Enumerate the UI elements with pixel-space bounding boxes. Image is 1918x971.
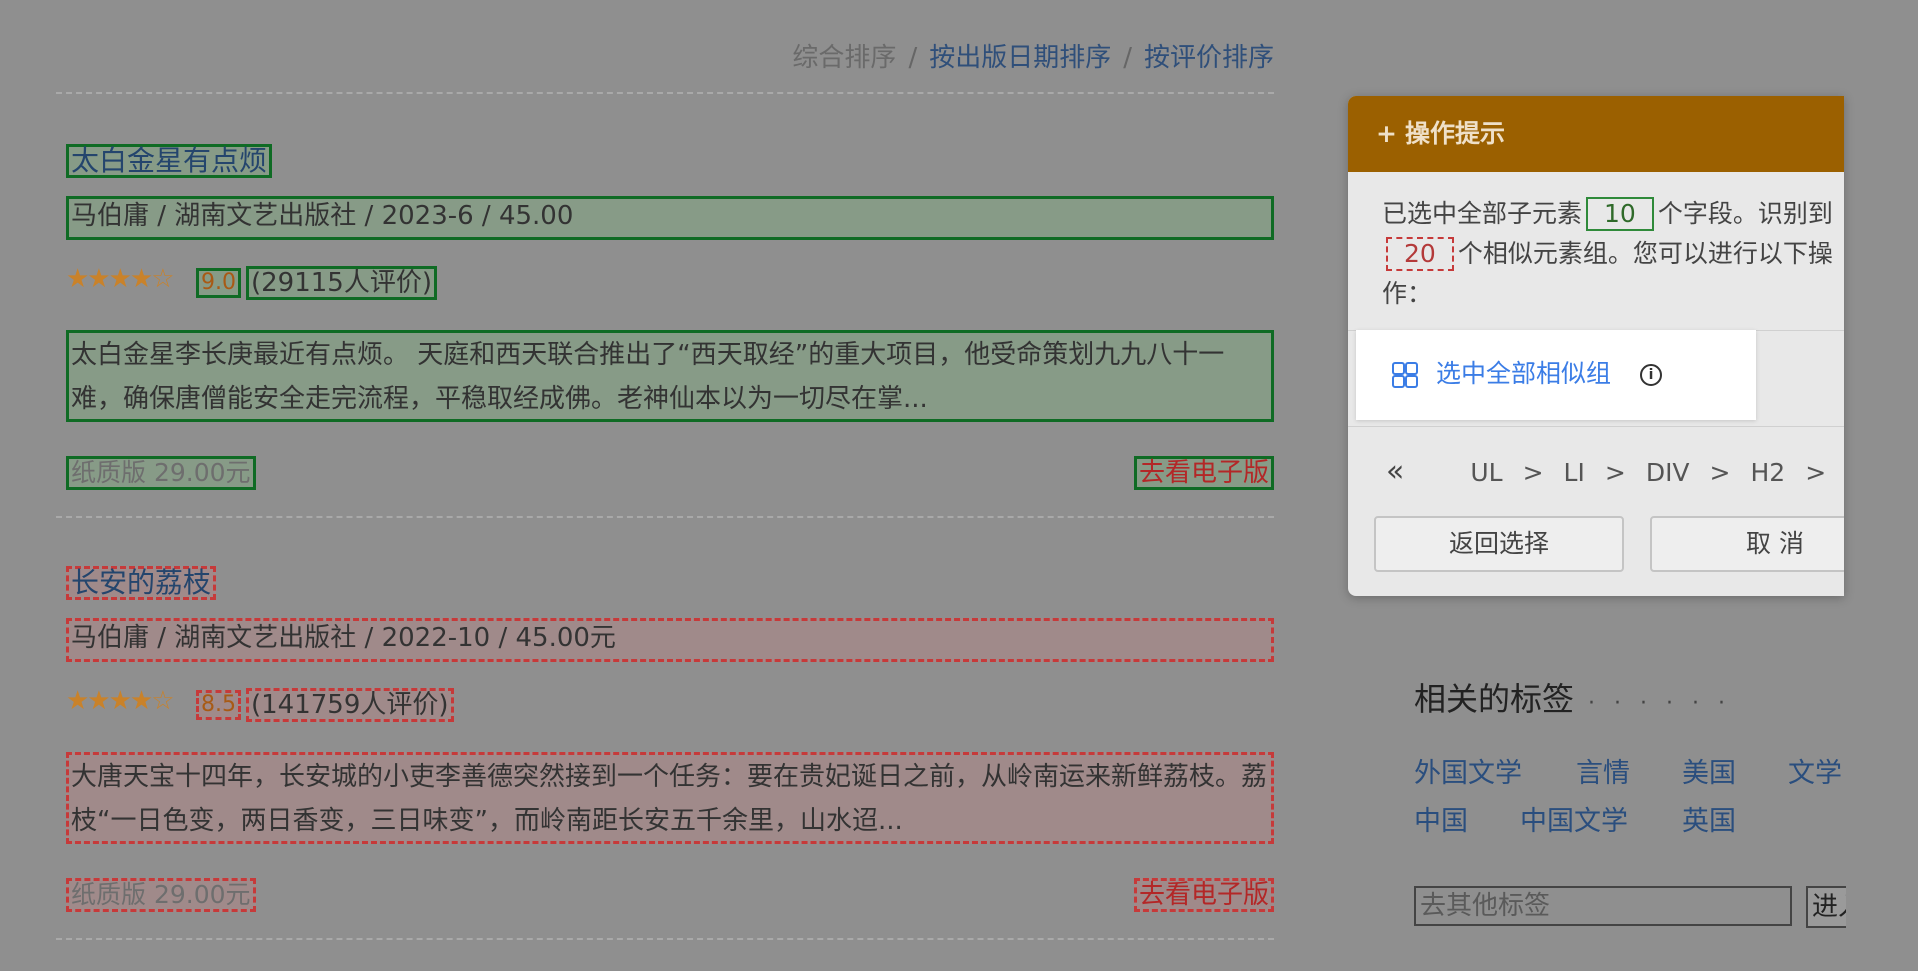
chevron-right-icon: > [1709, 458, 1731, 487]
divider [56, 516, 1274, 518]
tag-link[interactable]: 言情 [1576, 756, 1630, 792]
sort-by-date[interactable]: 按出版日期排序 [929, 43, 1111, 73]
rating-score: 8.5 [196, 690, 241, 720]
back-to-select-button[interactable]: 返回选择 [1374, 516, 1624, 572]
rating-votes[interactable]: (141759人评价) [246, 688, 454, 722]
tag-link[interactable]: 中国 [1414, 804, 1468, 840]
popup-text: 已选中全部子元素 [1382, 199, 1583, 228]
rating-stars-icon: ★★★★☆ [66, 686, 175, 716]
tag-link[interactable]: 文学 [1788, 756, 1842, 792]
chevron-right-icon: > [1604, 458, 1626, 487]
sort-separator: / [908, 43, 918, 73]
tag-link[interactable]: 中国文学 [1520, 804, 1628, 840]
popup-divider [1348, 426, 1844, 427]
book-description: 太白金星李长庚最近有点烦。 天庭和西天联合推出了“西天取经”的重大项目，他受命策… [66, 330, 1274, 422]
rating-score: 9.0 [196, 268, 241, 298]
tag-link[interactable]: 外国文学 [1414, 756, 1522, 792]
go-button[interactable]: 进入 [1806, 886, 1846, 928]
double-chevron-left-icon[interactable]: « [1386, 454, 1404, 489]
operation-popup: + 操作提示 已选中全部子元素 10 个字段。识别到20 个相似元素组。您可以进行以下操… [1348, 96, 1844, 596]
ebook-link[interactable]: 去看电子版 [1133, 878, 1274, 912]
book-description: 大唐天宝十四年，长安城的小吏李善德突然接到一个任务：要在贵妃诞日之前，从岭南运来… [66, 752, 1274, 844]
chevron-right-icon: > [1522, 458, 1544, 487]
paper-price: 纸质版 29.00元 [66, 456, 256, 490]
divider [56, 938, 1274, 940]
sort-bar: 综合排序 / 按出版日期排序 / 按评价排序 [56, 38, 1274, 78]
book-meta: 马伯庸 / 湖南文艺出版社 / 2023-6 / 45.00 [66, 196, 1274, 240]
element-path-breadcrumb: «UL>LI>DIV>H2>A [1386, 452, 1844, 493]
chevron-right-icon: > [1805, 458, 1827, 487]
related-tags-title: 相关的标签 [1414, 680, 1575, 718]
crumb-h2[interactable]: H2 [1751, 458, 1786, 487]
popup-title: 操作提示 [1404, 119, 1505, 148]
group-count-badge: 20 [1386, 237, 1454, 271]
cancel-button[interactable]: 取 消 [1650, 516, 1844, 572]
plus-icon: + [1376, 119, 1397, 148]
paper-price: 纸质版 29.00元 [66, 878, 256, 912]
select-all-similar-button[interactable]: 选中全部相似组 i [1356, 330, 1756, 420]
other-tag-input[interactable]: 去其他标签 [1414, 886, 1792, 926]
sort-comprehensive[interactable]: 综合排序 [792, 43, 896, 73]
divider [56, 92, 1274, 94]
rating-stars-icon: ★★★★☆ [66, 264, 175, 294]
ebook-link[interactable]: 去看电子版 [1133, 456, 1274, 490]
info-icon[interactable]: i [1640, 364, 1662, 386]
popup-message: 已选中全部子元素 10 个字段。识别到20 个相似元素组。您可以进行以下操作： [1348, 172, 1834, 314]
crumb-li[interactable]: LI [1564, 458, 1585, 487]
sort-by-rating[interactable]: 按评价排序 [1144, 43, 1274, 73]
popup-text: 个字段。识别到 [1657, 199, 1833, 228]
tag-link[interactable]: 美国 [1682, 756, 1736, 792]
tag-link[interactable]: 英国 [1682, 804, 1736, 840]
grid-icon [1392, 362, 1418, 388]
book-title[interactable]: 太白金星有点烦 [66, 144, 273, 178]
book-title[interactable]: 长安的荔枝 [66, 566, 217, 600]
crumb-ul[interactable]: UL [1470, 458, 1502, 487]
crumb-div[interactable]: DIV [1646, 458, 1690, 487]
rating-votes[interactable]: (29115人评价) [246, 266, 437, 300]
field-count-badge: 10 [1586, 197, 1654, 231]
heading-dots: · · · · · · [1588, 691, 1731, 716]
related-tags-heading: 相关的标签 · · · · · · [1414, 678, 1731, 725]
select-all-similar-label: 选中全部相似组 [1436, 359, 1612, 388]
sort-separator: / [1123, 43, 1132, 73]
book-meta: 马伯庸 / 湖南文艺出版社 / 2022-10 / 45.00元 [66, 618, 1274, 662]
popup-header: + 操作提示 [1348, 96, 1844, 172]
